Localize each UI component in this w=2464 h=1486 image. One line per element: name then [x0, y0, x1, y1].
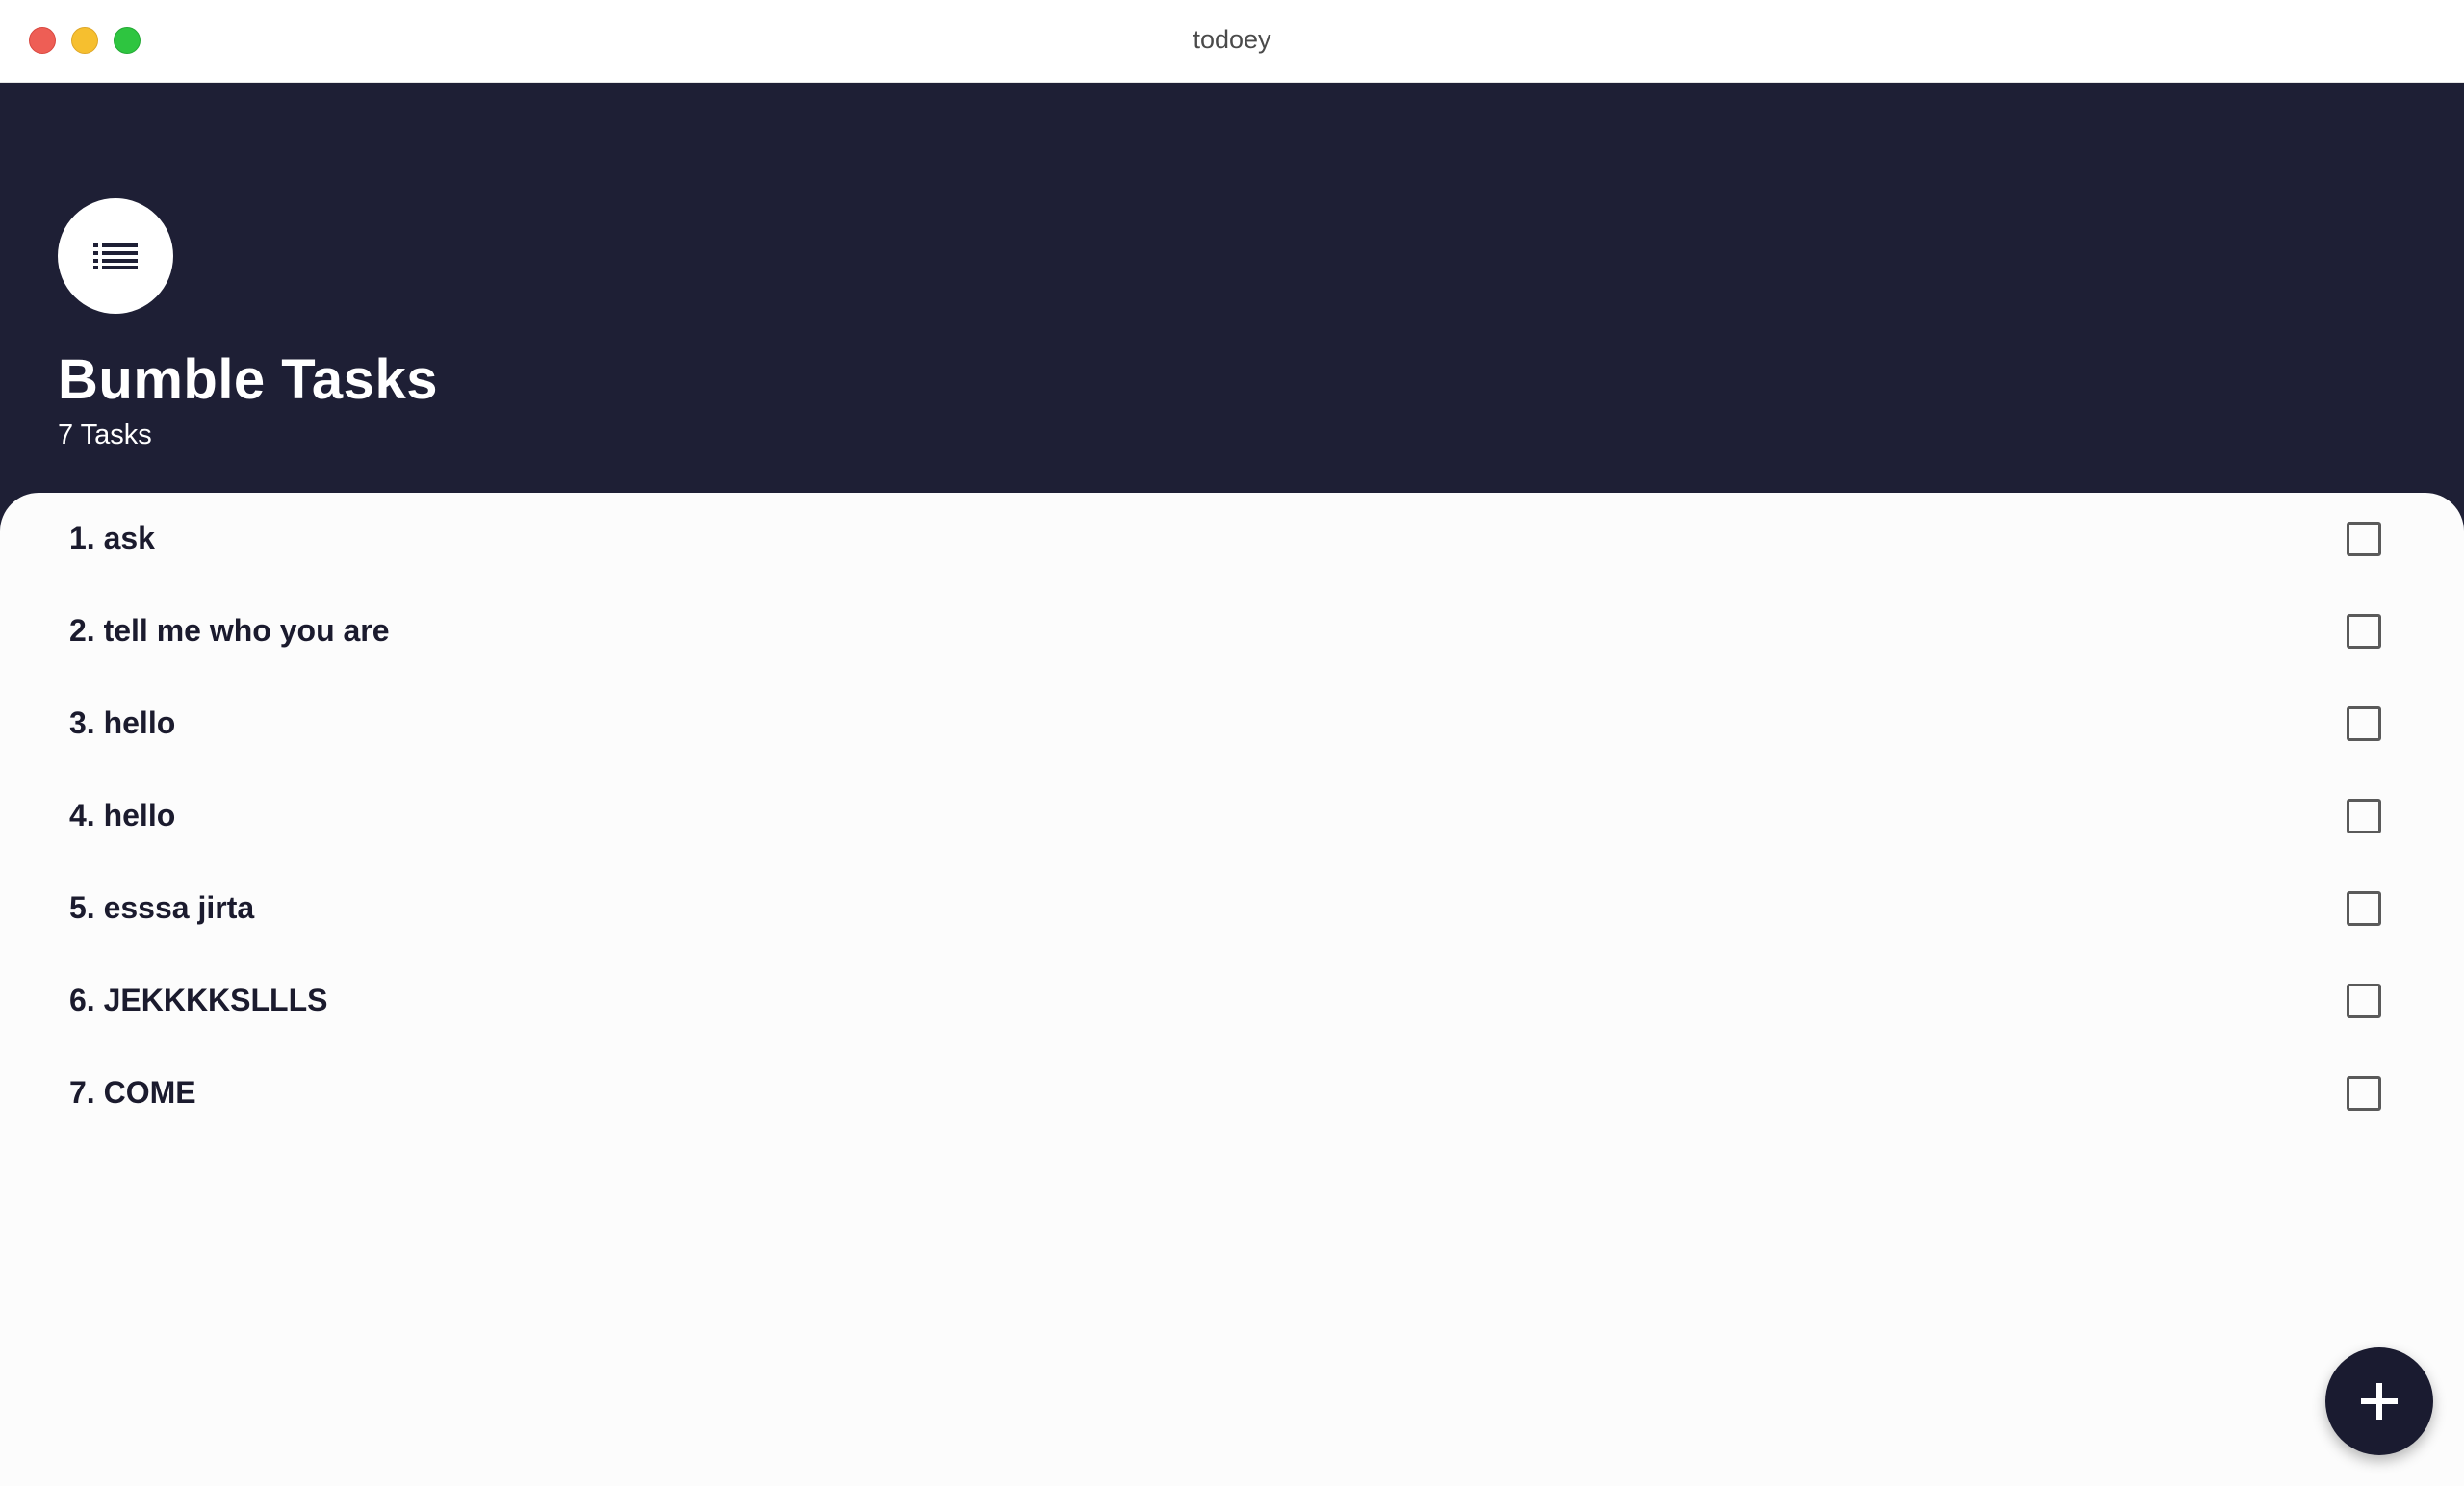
task-label: 4. hello [69, 798, 176, 833]
task-checkbox[interactable] [2347, 799, 2381, 833]
task-label: 1. ask [69, 521, 155, 555]
task-checkbox[interactable] [2347, 1076, 2381, 1111]
list-icon-badge [58, 198, 173, 314]
task-row[interactable]: 7. COME [0, 1047, 2464, 1140]
task-row[interactable]: 2. tell me who you are [0, 585, 2464, 678]
task-checkbox[interactable] [2347, 891, 2381, 926]
task-count: 7 Tasks [58, 420, 152, 450]
task-checkbox[interactable] [2347, 984, 2381, 1018]
task-row[interactable]: 1. ask [0, 493, 2464, 585]
task-row[interactable]: 4. hello [0, 770, 2464, 862]
task-row[interactable]: 3. hello [0, 678, 2464, 770]
task-label: 5. esssa jirta [69, 890, 255, 925]
task-label: 3. hello [69, 705, 176, 740]
task-checkbox[interactable] [2347, 614, 2381, 649]
task-checkbox[interactable] [2347, 522, 2381, 556]
add-task-button[interactable] [2325, 1347, 2433, 1455]
task-label: 2. tell me who you are [69, 613, 390, 648]
task-label: 7. COME [69, 1075, 196, 1110]
task-checkbox[interactable] [2347, 706, 2381, 741]
task-row[interactable]: 6. JEKKKKSLLLS [0, 955, 2464, 1047]
task-sheet: 1. ask 2. tell me who you are 3. hello 4… [0, 493, 2464, 1486]
plus-icon [2361, 1383, 2398, 1420]
title-bar: todoey [0, 0, 2464, 83]
window-title: todoey [1193, 25, 1271, 54]
list-header: Bumble Tasks 7 Tasks [0, 83, 2464, 506]
app-window: todoey Bumble Tasks 7 Tasks 1. ask 2. te… [0, 0, 2464, 1486]
task-row[interactable]: 5. esssa jirta [0, 862, 2464, 955]
task-list: 1. ask 2. tell me who you are 3. hello 4… [0, 493, 2464, 1140]
list-icon [93, 243, 138, 269]
list-title: Bumble Tasks [58, 348, 438, 411]
task-label: 6. JEKKKKSLLLS [69, 983, 328, 1017]
